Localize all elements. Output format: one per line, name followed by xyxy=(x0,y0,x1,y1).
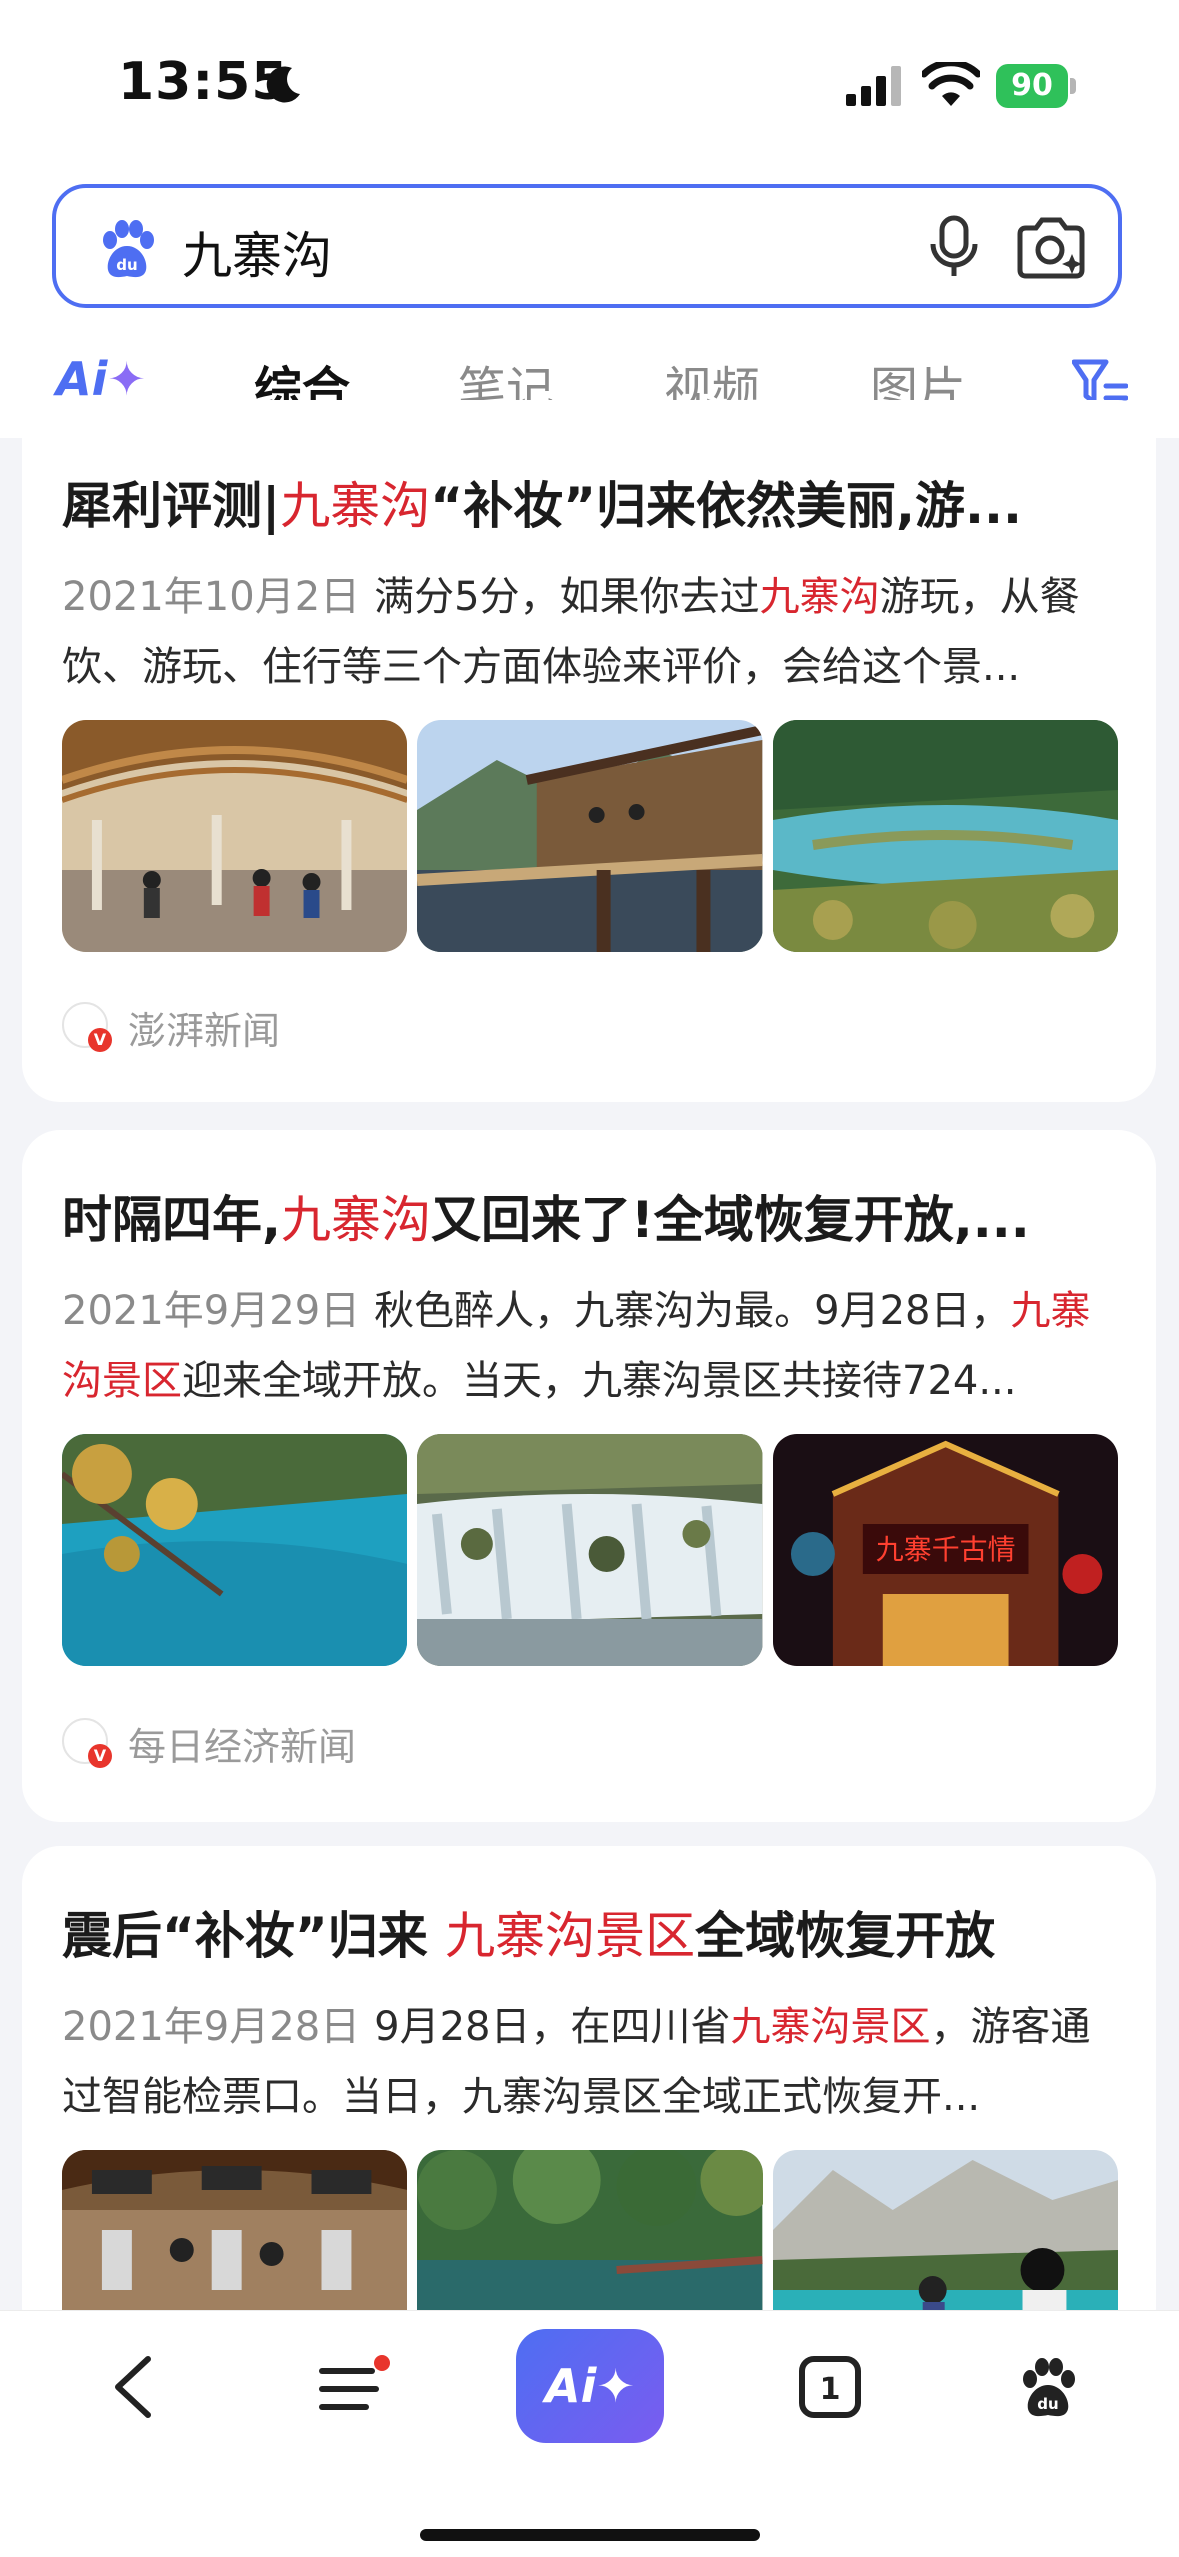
baidu-paw-icon: du xyxy=(103,220,154,278)
ai-tab[interactable]: Ai✦ xyxy=(56,352,146,406)
home-indicator xyxy=(420,2529,760,2541)
result-description: 2021年9月28日 9月28日，在四川省九寨沟景区，游客通过智能检票口。当日，九… xyxy=(62,2004,1091,2120)
back-icon[interactable] xyxy=(110,2355,156,2419)
sparkle-icon: ✦ xyxy=(596,2359,635,2413)
result-thumbnails: 九寨千古情 xyxy=(62,1434,1118,1666)
battery-level: 90 xyxy=(996,64,1068,108)
sparkle-icon: ✦ xyxy=(107,352,146,406)
thumbnail-blue-lake[interactable] xyxy=(62,1434,408,1666)
result-source[interactable]: 澎湃新闻 xyxy=(128,1000,280,1055)
thumbnail-wooden-mill[interactable] xyxy=(417,720,763,952)
battery-indicator: 90 xyxy=(996,64,1078,108)
result-title[interactable]: 震后“补妆”归来 九寨沟景区全域恢复开放 xyxy=(62,1896,1122,1968)
search-header: du 九寨沟 xyxy=(0,170,1179,330)
result-title[interactable]: 时隔四年,九寨沟又回来了!全域恢复开放,... xyxy=(62,1180,1122,1252)
svg-text:du: du xyxy=(1037,2395,1058,2413)
result-description: 2021年10月2日 满分5分，如果你去过九寨沟游玩，从餐饮、游玩、住行等三个方面… xyxy=(62,574,1080,690)
result-card[interactable]: 犀利评测|九寨沟“补妆”归来依然美丽,游... 2021年10月2日 满分5分，如… xyxy=(22,400,1156,1102)
menu-icon[interactable] xyxy=(318,2355,392,2419)
thumbnail-night-theater[interactable]: 九寨千古情 xyxy=(772,1434,1118,1666)
tabs-count-icon[interactable]: 1 xyxy=(798,2355,862,2419)
baidu-home-icon[interactable]: du xyxy=(1016,2355,1080,2419)
verified-badge-icon: V xyxy=(88,1744,112,1768)
result-date: 2021年9月28日 xyxy=(62,2004,361,2050)
status-bar: 13:55 90 xyxy=(0,0,1179,170)
result-source[interactable]: 每日经济新闻 xyxy=(128,1716,356,1771)
moon-icon xyxy=(266,66,300,103)
result-card[interactable]: 时隔四年,九寨沟又回来了!全域恢复开放,... 2021年9月29日 秋色醉人，九… xyxy=(22,1130,1156,1822)
wifi-icon xyxy=(922,62,980,106)
result-card[interactable]: 震后“补妆”归来 九寨沟景区全域恢复开放 2021年9月28日 9月28日，在四川… xyxy=(22,1846,1156,2382)
source-avatar: V xyxy=(62,1718,112,1768)
camera-search-icon[interactable] xyxy=(1014,214,1088,280)
verified-badge-icon: V xyxy=(88,1028,112,1052)
bottom-nav: Ai✦ 1 du xyxy=(0,2310,1179,2557)
microphone-icon[interactable] xyxy=(924,214,984,280)
thumbnail-waterfall[interactable] xyxy=(417,1434,763,1666)
ai-tab-label: Ai xyxy=(56,352,108,406)
svg-text:du: du xyxy=(116,256,137,274)
result-date: 2021年9月29日 xyxy=(62,1288,361,1334)
tab-count: 1 xyxy=(820,2372,841,2407)
source-avatar: V xyxy=(62,1002,112,1052)
ai-button-label: Ai xyxy=(545,2359,597,2413)
thumbnail-visitor-center[interactable] xyxy=(62,720,408,952)
search-box[interactable]: du 九寨沟 xyxy=(52,184,1122,308)
result-description: 2021年9月29日 秋色醉人，九寨沟为最。9月28日，九寨沟景区迎来全域开放。当… xyxy=(62,1288,1091,1404)
cellular-signal-icon xyxy=(846,66,901,106)
result-date: 2021年10月2日 xyxy=(62,574,361,620)
result-title[interactable]: 犀利评测|九寨沟“补妆”归来依然美丽,游... xyxy=(62,466,1122,538)
search-query[interactable]: 九寨沟 xyxy=(182,216,332,288)
theater-sign-text: 九寨千古情 xyxy=(875,1533,1015,1566)
battery-cap xyxy=(1070,78,1076,94)
ai-assistant-button[interactable]: Ai✦ xyxy=(516,2329,664,2443)
thumbnail-lake-view[interactable] xyxy=(772,720,1118,952)
result-thumbnails xyxy=(62,720,1118,952)
